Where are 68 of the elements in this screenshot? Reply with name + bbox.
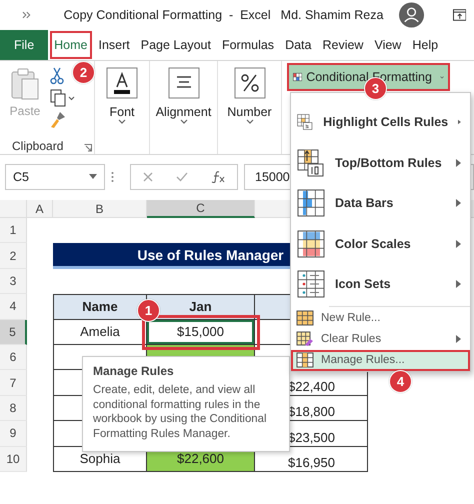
eraser-icon (296, 331, 314, 347)
color-scales-icon (297, 230, 325, 258)
group-label: Clipboard (12, 139, 64, 154)
scissors-icon[interactable] (50, 67, 64, 85)
header-cell: Name (53, 294, 147, 320)
user-name: Md. Shamim Reza (280, 8, 384, 22)
font-color-icon (106, 67, 138, 99)
row-header[interactable]: 4 (0, 294, 27, 320)
function-icon[interactable] (211, 170, 226, 182)
data-bars-icon (297, 189, 325, 218)
column-header[interactable]: B (53, 200, 147, 218)
ribbon-tab[interactable]: View (369, 30, 406, 60)
ribbon-tab[interactable]: Formulas (216, 30, 280, 60)
quick-access-icon[interactable] (22, 11, 32, 19)
manage-rules-icon (296, 352, 314, 368)
avatar-icon[interactable] (399, 2, 425, 28)
menu-item[interactable]: New Rule... (291, 308, 470, 328)
conditional-formatting-icon (293, 70, 302, 84)
row-header[interactable]: 1 (0, 218, 27, 244)
caret-icon (118, 119, 126, 125)
clipboard-icon (10, 67, 40, 101)
ribbon-button[interactable]: Alignment (156, 105, 212, 119)
name-box[interactable]: C5 (5, 164, 105, 190)
alignment-icon (168, 67, 200, 99)
menu-item[interactable]: Manage Rules... (291, 350, 470, 370)
row-header[interactable]: 7 (0, 370, 27, 396)
copy-icon[interactable] (50, 89, 76, 107)
ribbon-button[interactable]: Font (109, 105, 134, 119)
check-icon[interactable] (176, 172, 188, 182)
ribbon-button[interactable]: Number (227, 105, 272, 119)
menu-item[interactable]: Top/Bottom Rules (291, 142, 470, 183)
ribbon-tab[interactable]: Page Layout (136, 30, 216, 60)
row-header[interactable]: 3 (0, 268, 27, 294)
row-header[interactable]: 8 (0, 396, 27, 422)
caret-icon (246, 119, 254, 125)
paintbrush-icon[interactable] (50, 111, 66, 129)
more-icon (111, 170, 114, 182)
tooltip-title: Manage Rules (93, 364, 175, 378)
menu-item[interactable]: Clear Rules (291, 328, 470, 350)
caret-icon (180, 119, 188, 125)
row-header[interactable]: 5 (0, 320, 27, 345)
row-header[interactable]: 2 (0, 243, 27, 269)
menu-item[interactable]: Data Bars (291, 183, 470, 224)
cancel-icon[interactable] (142, 172, 153, 182)
row-header[interactable]: 6 (0, 344, 27, 370)
ribbon-tab[interactable]: Data (280, 30, 316, 60)
step-badge: 4 (389, 370, 412, 393)
table-cell: Amelia (53, 320, 147, 345)
ribbon-display-icon[interactable] (452, 9, 466, 21)
dialog-launcher-icon[interactable] (84, 144, 92, 152)
column-header[interactable]: A (27, 200, 53, 218)
ribbon-tab[interactable]: Insert (94, 30, 135, 60)
dropdown-icon (89, 174, 97, 179)
table-cell: $16,950 (255, 446, 368, 472)
caret-icon (440, 74, 444, 80)
window-title: Copy Conditional Formatting - Excel (62, 8, 271, 22)
top-bottom-icon (297, 148, 325, 177)
file-tab[interactable]: File (0, 30, 48, 60)
ribbon-tab[interactable]: Home (49, 30, 92, 60)
row-header[interactable]: 9 (0, 421, 27, 447)
row-header[interactable]: 10 (0, 446, 27, 472)
ribbon-tab[interactable]: Help (407, 30, 444, 60)
ribbon-tab[interactable]: Review (317, 30, 368, 60)
menu-item[interactable]: Highlight Cells Rules (291, 102, 470, 142)
column-header[interactable]: C (147, 200, 255, 218)
step-badge: 2 (72, 61, 95, 84)
icon-sets-icon (297, 270, 325, 298)
percent-icon (234, 67, 266, 99)
